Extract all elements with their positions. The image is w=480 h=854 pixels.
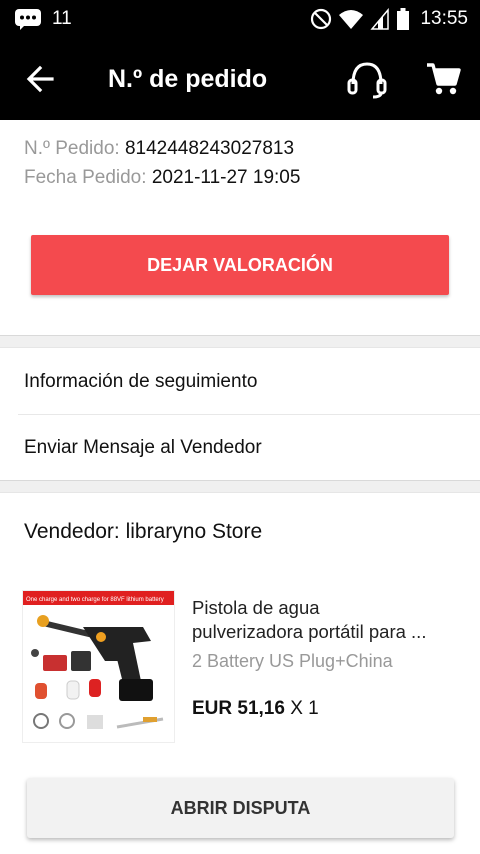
product-item[interactable]: One charge and two charge for 88VF lithi… (22, 590, 462, 746)
chat-notification-icon (15, 9, 41, 30)
customer-service-button[interactable] (344, 60, 390, 100)
message-seller-item[interactable]: Enviar Mensaje al Vendedor (0, 415, 480, 481)
open-dispute-button[interactable]: ABRIR DISPUTA (27, 778, 454, 838)
status-time: 13:55 (420, 8, 468, 29)
order-date-label: Fecha Pedido: (24, 167, 147, 188)
product-image-banner: One charge and two charge for 88VF lithi… (26, 597, 164, 603)
seller-name[interactable]: Vendedor: libraryno Store (24, 518, 262, 546)
product-quantity: X 1 (290, 698, 319, 719)
wifi-icon (339, 10, 364, 29)
product-price: EUR 51,16 (192, 698, 285, 719)
section-divider (0, 480, 480, 493)
status-right: 13:55 (304, 7, 468, 31)
status-left: 11 (14, 8, 72, 30)
order-info: N.º Pedido: 8142448243027813 Fecha Pedid… (24, 134, 300, 192)
product-title-line-1: Pistola de agua (192, 597, 320, 618)
tracking-info-item[interactable]: Información de seguimiento (0, 349, 480, 415)
arrow-left-icon (26, 65, 54, 93)
app-bar: N.º de pedido (0, 38, 480, 120)
page-title: N.º de pedido (108, 65, 268, 93)
headset-icon (347, 62, 387, 99)
order-number-row: N.º Pedido: 8142448243027813 (24, 134, 300, 163)
order-date-value: 2021-11-27 19:05 (151, 167, 301, 188)
product-variant: 2 Battery US Plug+China (192, 651, 393, 671)
status-bar: 11 13:55 (0, 0, 480, 38)
do-not-disturb-icon (311, 8, 332, 30)
back-button[interactable] (22, 62, 60, 96)
product-price-row: EUR 51,16 X 1 (192, 698, 319, 720)
order-number-value: 8142448243027813 (124, 138, 295, 159)
order-date-row: Fecha Pedido: 2021-11-27 19:05 (24, 163, 300, 192)
product-title-line-2: pulverizadora portátil para ... (192, 621, 427, 642)
shopping-cart-icon (427, 63, 461, 95)
signal-icon (370, 8, 390, 30)
cart-button[interactable] (422, 58, 464, 100)
order-number-label: N.º Pedido: (24, 138, 120, 159)
section-divider (0, 335, 480, 348)
notification-count: 11 (52, 8, 72, 29)
product-title: Pistola de agua pulverizadora portátil p… (192, 596, 462, 644)
battery-icon (397, 8, 410, 30)
product-image: One charge and two charge for 88VF lithi… (22, 590, 175, 743)
leave-review-button[interactable]: DEJAR VALORACIÓN (31, 235, 449, 295)
